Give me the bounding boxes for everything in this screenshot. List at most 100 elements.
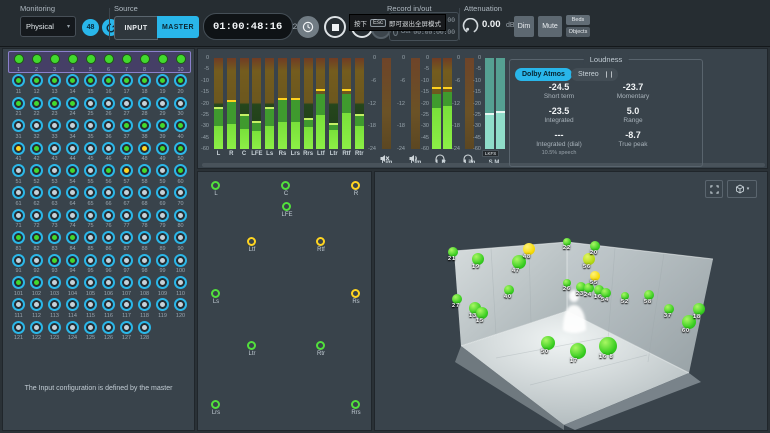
channel-dot-123[interactable] [48,321,61,334]
channel-dot-90[interactable] [174,231,187,244]
channel-dot-22[interactable] [30,97,43,110]
channel-dot-15[interactable] [84,74,97,87]
channel-dot-107[interactable] [120,276,133,289]
room-3d-view[interactable] [375,172,769,430]
channel-dot-103[interactable] [48,276,61,289]
channel-dot-72[interactable] [30,209,43,222]
channel-dot-9[interactable] [158,54,168,64]
channel-dot-6[interactable] [104,54,114,64]
channel-dot-81[interactable] [12,231,25,244]
channel-dot-11[interactable] [12,74,25,87]
channel-dot-75[interactable] [84,209,97,222]
channel-dot-27[interactable] [120,97,133,110]
channel-dot-55[interactable] [84,164,97,177]
dim-button[interactable]: Dim [514,16,534,37]
channel-dot-1[interactable] [14,54,24,64]
tab-stereo[interactable]: Stereo [571,68,606,81]
channel-dot-60[interactable] [174,164,187,177]
channel-dot-57[interactable] [120,164,133,177]
channel-dot-38[interactable] [138,119,151,132]
channel-dot-14[interactable] [66,74,79,87]
channel-dot-122[interactable] [30,321,43,334]
channel-dot-7[interactable] [122,54,132,64]
stop-button[interactable] [324,16,346,38]
channel-dot-52[interactable] [30,164,43,177]
channel-dot-10[interactable] [176,54,186,64]
channel-dot-70[interactable] [174,186,187,199]
channel-dot-34[interactable] [66,119,79,132]
channel-dot-102[interactable] [30,276,43,289]
channel-dot-92[interactable] [30,254,43,267]
channel-dot-126[interactable] [102,321,115,334]
channel-dot-101[interactable] [12,276,25,289]
channel-dot-87[interactable] [120,231,133,244]
channel-dot-43[interactable] [48,142,61,155]
channel-dot-79[interactable] [156,209,169,222]
channel-dot-53[interactable] [48,164,61,177]
channel-dot-95[interactable] [84,254,97,267]
channel-dot-116[interactable] [102,298,115,311]
channel-dot-16[interactable] [102,74,115,87]
channel-dot-119[interactable] [156,298,169,311]
channel-dot-86[interactable] [102,231,115,244]
channel-dot-45[interactable] [84,142,97,155]
channel-dot-30[interactable] [174,97,187,110]
fullscreen-button[interactable] [705,180,723,198]
channel-dot-58[interactable] [138,164,151,177]
channel-dot-117[interactable] [120,298,133,311]
channel-dot-110[interactable] [174,276,187,289]
channel-dot-20[interactable] [174,74,187,87]
channel-dot-84[interactable] [66,231,79,244]
monitoring-dropdown[interactable]: Physical ▾ [20,16,76,37]
channel-dot-78[interactable] [138,209,151,222]
channel-dot-8[interactable] [140,54,150,64]
channel-dot-97[interactable] [120,254,133,267]
channel-dot-100[interactable] [174,254,187,267]
channel-dot-44[interactable] [66,142,79,155]
channel-dot-46[interactable] [102,142,115,155]
channel-dot-47[interactable] [120,142,133,155]
channel-dot-63[interactable] [48,186,61,199]
channel-dot-85[interactable] [84,231,97,244]
channel-dot-68[interactable] [138,186,151,199]
channel-dot-31[interactable] [12,119,25,132]
channel-dot-105[interactable] [84,276,97,289]
channel-dot-54[interactable] [66,164,79,177]
channel-dot-65[interactable] [84,186,97,199]
channel-dot-80[interactable] [174,209,187,222]
channel-dot-56[interactable] [102,164,115,177]
source-input-button[interactable]: INPUT [114,16,158,40]
channel-dot-51[interactable] [12,164,25,177]
channel-dot-121[interactable] [12,321,25,334]
channel-dot-61[interactable] [12,186,25,199]
channel-dot-109[interactable] [156,276,169,289]
speaker-count-badge[interactable]: 48 [82,19,99,36]
channel-dot-25[interactable] [84,97,97,110]
channel-dot-37[interactable] [120,119,133,132]
channel-dot-67[interactable] [120,186,133,199]
channel-dot-118[interactable] [138,298,151,311]
channel-dot-88[interactable] [138,231,151,244]
channel-dot-35[interactable] [84,119,97,132]
channel-dot-113[interactable] [48,298,61,311]
channel-dot-13[interactable] [48,74,61,87]
channel-dot-59[interactable] [156,164,169,177]
channel-dot-5[interactable] [86,54,96,64]
channel-dot-64[interactable] [66,186,79,199]
channel-dot-17[interactable] [120,74,133,87]
channel-dot-112[interactable] [30,298,43,311]
channel-dot-127[interactable] [120,321,133,334]
beds-button[interactable]: Beds [566,15,590,25]
channel-dot-50[interactable] [174,142,187,155]
channel-dot-33[interactable] [48,119,61,132]
view-mode-button[interactable]: ▾ [727,180,757,198]
channel-dot-96[interactable] [102,254,115,267]
channel-dot-41[interactable] [12,142,25,155]
channel-dot-124[interactable] [66,321,79,334]
tab-dolby-atmos[interactable]: Dolby Atmos [515,68,572,81]
channel-dot-77[interactable] [120,209,133,222]
channel-dot-71[interactable] [12,209,25,222]
channel-dot-111[interactable] [12,298,25,311]
channel-dot-83[interactable] [48,231,61,244]
channel-dot-4[interactable] [68,54,78,64]
